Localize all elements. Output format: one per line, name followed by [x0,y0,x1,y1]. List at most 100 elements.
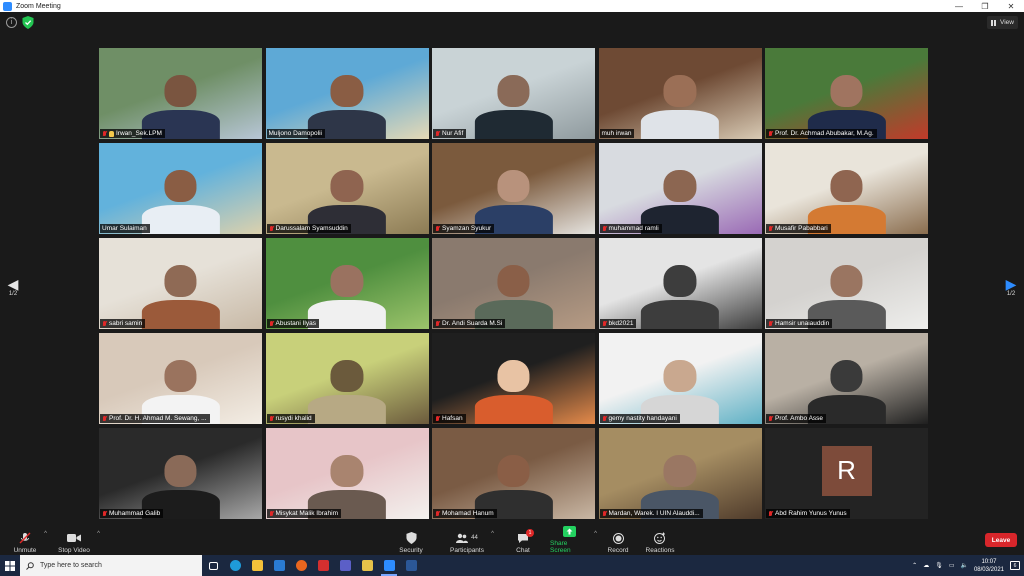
participant-nameplate: Dr. Andi Suarda M.Si [433,319,506,328]
raised-hand-icon [109,130,114,137]
acrobat-icon[interactable] [312,555,334,576]
window-controls: — ❐ ✕ [946,0,1024,12]
previous-page-button[interactable]: ◀ 1/2 [4,277,22,297]
participant-tile[interactable]: gemy nastity handayani [598,333,762,424]
participant-nameplate: muh irwan [599,129,635,138]
participant-tile[interactable]: Umar Sulaiman [99,143,262,234]
participant-nameplate: Nur Afif [433,129,467,138]
volume-icon[interactable]: 🔈 [960,562,967,569]
tray-overflow-chevron-icon[interactable]: ⌃ [912,562,917,569]
onedrive-cloud-icon[interactable]: ☁ [923,562,929,569]
participant-name: bkd2021 [608,320,634,327]
participant-nameplate: Umar Sulaiman [100,224,150,233]
participant-nameplate: gemy nastity handayani [599,414,680,423]
firefox-icon[interactable] [290,555,312,576]
minimize-button[interactable]: — [946,0,972,12]
security-button[interactable]: Security [398,524,424,554]
participant-video-figure [141,170,220,234]
participant-tile[interactable]: Irwan_Sek.LPM [99,48,262,139]
participant-video-figure [307,265,387,329]
encryption-shield-icon[interactable] [22,16,34,29]
next-page-button[interactable]: ▶ 1/2 [1002,277,1020,297]
participant-tile[interactable]: Hafsan [432,333,595,424]
video-options-caret-icon[interactable]: ^ [97,531,100,537]
notifications-icon[interactable]: 6 [1010,561,1020,570]
video-camera-icon [67,532,81,544]
participant-video-figure [307,360,387,424]
participant-tile[interactable]: Dr. Andi Suarda M.Si [432,238,595,329]
participant-tile[interactable]: Syamzan Syukur [432,143,595,234]
sticky-app-icon[interactable] [356,555,378,576]
participant-nameplate: Irwan_Sek.LPM [100,129,165,138]
participant-tile[interactable]: R Abd Rahim Yunus Yunus [765,428,928,519]
participant-name: Hafsan [442,415,463,422]
view-button[interactable]: View [987,16,1018,29]
participant-name: Irwan_Sek.LPM [116,130,162,137]
arrow-right-icon: ▶ [1005,276,1017,292]
participant-nameplate: Darussalam Syamsuddin [266,224,351,233]
participant-nameplate: muhammad ramli [599,224,662,233]
participant-nameplate: Prof. Ambo Asse [766,414,827,423]
network-icon[interactable]: ▭ [949,562,955,569]
participant-tile[interactable]: Muhammad Galib [99,428,262,519]
participant-nameplate: Abd Rahim Yunus Yunus [766,509,850,518]
meeting-controls-toolbar: Unmute ^ Stop Video ^ Security 44 Partic… [0,522,1024,555]
share-options-caret-icon[interactable]: ^ [594,531,597,537]
share-screen-button[interactable]: Share Screen ^ [550,524,597,554]
record-button[interactable]: Record [607,524,629,554]
task-view-icon[interactable] [202,555,224,576]
taskbar-clock[interactable]: 10:07 08/03/2021 [974,558,1004,574]
audio-options-caret-icon[interactable]: ^ [44,531,47,537]
system-tray: ⌃ ☁ 🎙 ▭ 🔈 10:07 08/03/2021 6 [912,555,1024,576]
participant-name: Dr. Andi Suarda M.Si [442,320,503,327]
participant-tile[interactable]: sabri samin [99,238,262,329]
mic-muted-icon [602,415,607,422]
participants-options-caret-icon[interactable]: ^ [491,531,494,537]
participant-tile[interactable]: Musafir Pababbari [765,143,928,234]
mic-muted-icon [435,130,440,137]
participant-tile[interactable]: Nur Afif [432,48,595,139]
participant-tile[interactable]: Misykat Malik Ibrahim [265,428,429,519]
meeting-info-icon[interactable]: i [6,17,17,28]
close-button[interactable]: ✕ [998,0,1024,12]
word-icon[interactable] [400,555,422,576]
edge-browser-icon[interactable] [224,555,246,576]
windows-start-button[interactable] [0,555,20,576]
participant-nameplate: Abustani Ilyas [266,319,319,328]
unmute-button[interactable]: Unmute ^ [12,524,47,554]
participant-tile[interactable]: muh irwan [598,48,762,139]
participant-tile[interactable]: Abustani Ilyas [265,238,429,329]
mic-muted-icon [435,320,440,327]
participant-name: Mardan, Warek. I UIN Alauddi... [608,510,700,517]
participants-button[interactable]: 44 Participants ^ [449,524,494,554]
participant-tile[interactable]: Prof. Ambo Asse [765,333,928,424]
smiley-plus-icon [653,532,667,544]
teams-icon[interactable] [334,555,356,576]
mic-muted-icon [602,225,607,232]
microphone-tray-icon[interactable]: 🎙 [935,562,943,569]
participant-name: rusydi khalid [275,415,312,422]
participant-tile[interactable]: Mardan, Warek. I UIN Alauddi... [598,428,762,519]
participant-tile[interactable]: Darussalam Syamsuddin [265,143,429,234]
participant-name: Mohamad Hanum [442,510,494,517]
file-explorer-icon[interactable] [246,555,268,576]
participant-tile[interactable]: Hamsir unaiauddin [765,238,928,329]
mic-muted-icon [435,415,440,422]
zoom-taskbar-icon[interactable] [378,555,400,576]
restore-button[interactable]: ❐ [972,0,998,12]
participant-tile[interactable]: Muljono Damopolii [265,48,429,139]
participant-tile[interactable]: rusydi khalid [265,333,429,424]
participant-tile[interactable]: Prof. Dr. H. Ahmad M. Sewang, ... [99,333,262,424]
participant-tile[interactable]: muhammad ramli [598,143,762,234]
chat-button[interactable]: 1 Chat [514,524,534,554]
stop-video-button[interactable]: Stop Video ^ [57,524,100,554]
participant-avatar: R [821,445,872,496]
mail-icon[interactable] [268,555,290,576]
participant-tile[interactable]: Prof. Dr. Achmad Abubakar, M.Ag. [765,48,928,139]
leave-meeting-button[interactable]: Leave [985,533,1017,547]
reactions-button[interactable]: Reactions [645,524,675,554]
participant-video-figure [474,75,553,139]
participant-tile[interactable]: Mohamad Hanum [432,428,595,519]
participant-tile[interactable]: bkd2021 [598,238,762,329]
taskbar-search-box[interactable]: Type here to search [20,555,202,576]
